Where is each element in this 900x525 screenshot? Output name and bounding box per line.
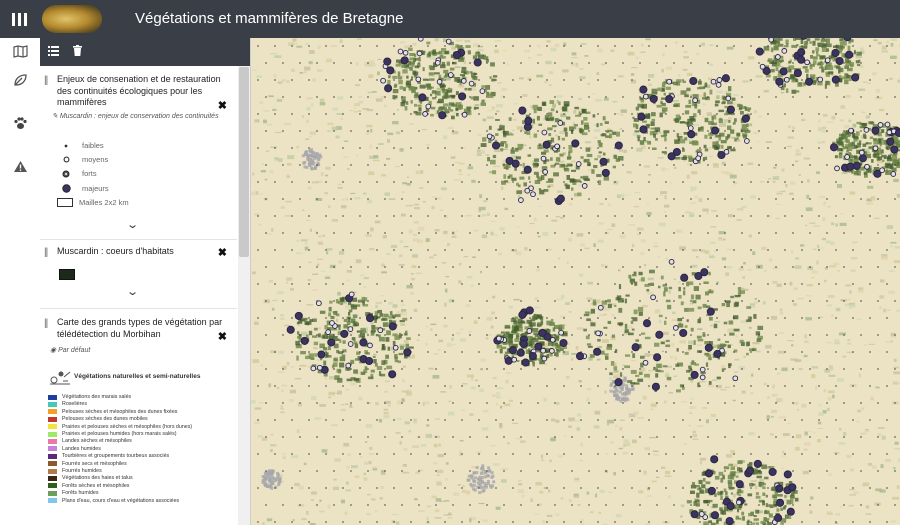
layer-subtitle: ✎ Muscardin : enjeux de conservation des… [52, 113, 219, 120]
logo [42, 5, 102, 33]
vegetation-class-label: Prairies et pelouses sèches et mésophile… [62, 423, 193, 430]
warning-icon[interactable] [11, 157, 29, 175]
vegetation-class-label: Pelouses sèches des dunes mobiles [62, 416, 148, 423]
vegetation-class-swatch [48, 490, 57, 496]
list-icon[interactable] [48, 45, 59, 59]
vegetation-class-label: Tourbières et groupements tourbeux assoc… [62, 453, 170, 460]
vegetation-class-item: Pelouses sèches et mésophiles des dunes … [48, 409, 177, 415]
close-icon[interactable]: ✖ [218, 330, 227, 343]
vegetation-class-label: Plans d'eau, cours d'eau et végétations … [62, 497, 180, 504]
vegetation-class-swatch [48, 431, 57, 437]
legend-item: forts [60, 169, 97, 178]
vegetation-class-label: Roselières [62, 401, 88, 408]
legend-item: majeurs [60, 184, 109, 193]
layer-subtitle: ◉ Par défaut [50, 347, 91, 354]
layer-title: Enjeux de consenation et de restauration… [57, 74, 221, 107]
vegetation-class-swatch [48, 461, 57, 467]
panel-scrollbar-thumb[interactable] [239, 67, 249, 257]
vegetation-class-item: Pelouses sèches des dunes mobiles [48, 416, 148, 422]
vegetation-class-item: Végétations des marais salés [48, 394, 131, 400]
paw-icon[interactable] [11, 114, 29, 132]
vegetation-class-label: Forêts sèches et mésophiles [62, 482, 130, 489]
vegetation-class-item: Roselières [48, 401, 87, 407]
vegetation-class-label: Fourrés secs et mésophiles [62, 460, 127, 467]
legend-item: Mailles 2x2 km [57, 198, 129, 207]
pin-icon: ◉ [50, 347, 59, 354]
vegetation-class-item: Prairies et pelouses sèches et mésophile… [48, 424, 192, 430]
trash-icon[interactable] [73, 45, 82, 59]
vegetation-group-icon [49, 369, 71, 390]
vegetation-class-swatch [48, 498, 57, 504]
vegetation-class-swatch [48, 468, 57, 474]
vegetation-class-swatch [48, 394, 57, 400]
vegetation-group-title: Végétations naturelles et semi-naturelle… [74, 373, 201, 380]
layer-item-coeurs: || Muscardin : coeurs d'habitats ✖ ⌄ [40, 240, 237, 309]
vegetation-class-label: Landes sèches et mésophiles [62, 438, 132, 445]
legend-item: faibles [60, 141, 104, 150]
chevron-down-icon[interactable]: ⌄ [126, 285, 139, 298]
vegetation-class-item: Landes humides [48, 446, 101, 452]
vegetation-class-item: Fourrés secs et mésophiles [48, 461, 127, 467]
drag-handle-icon[interactable]: || [44, 75, 48, 86]
vegetation-class-label: Landes humides [62, 445, 101, 452]
vegetation-class-swatch [48, 409, 57, 415]
legend-item: moyens [60, 155, 108, 164]
menu-icon [11, 12, 27, 26]
map-canvas[interactable] [250, 38, 900, 525]
vegetation-class-item: Prairies et pelouses humides (hors marai… [48, 431, 177, 437]
chevron-down-icon[interactable]: ⌄ [126, 218, 139, 231]
app-title: Végétations et mammifères de Bretagne [135, 10, 404, 27]
vegetation-class-item: Landes sèches et mésophiles [48, 438, 132, 444]
vegetation-class-label: Fourrés humides [62, 468, 102, 474]
drag-handle-icon[interactable]: || [44, 318, 48, 329]
close-icon[interactable]: ✖ [218, 99, 227, 112]
layer-panel: || Enjeux de consenation et de restaurat… [40, 38, 251, 525]
layer-item-vegetation: || Carte des grands types de végétation … [40, 309, 237, 525]
vegetation-class-item: Végétations des haies et talus [48, 475, 133, 481]
vegetation-class-swatch [48, 446, 57, 452]
vegetation-class-swatch [48, 453, 57, 459]
vegetation-class-swatch [48, 424, 57, 430]
vegetation-class-swatch [48, 475, 57, 481]
vegetation-class-item: Forêts sèches et mésophiles [48, 483, 129, 489]
vegetation-class-label: Végétations des marais salés [62, 394, 132, 400]
vegetation-class-label: Forêts humides [62, 490, 99, 497]
leaf-icon[interactable] [11, 71, 29, 89]
vegetation-class-label: Pelouses sèches et mésophiles des dunes … [62, 408, 178, 415]
vegetation-class-label: Prairies et pelouses humides (hors marai… [62, 431, 177, 437]
close-icon[interactable]: ✖ [218, 246, 227, 259]
vegetation-class-item: Fourrés humides [48, 468, 102, 474]
vegetation-class-swatch [48, 438, 57, 444]
layer-item-enjeux: || Enjeux de consenation et de restaurat… [40, 66, 237, 240]
layer-title: Carte des grands types de végétation par… [57, 317, 223, 339]
vegetation-class-swatch [48, 483, 57, 489]
layer-title: Muscardin : coeurs d'habitats [57, 246, 174, 256]
vegetation-class-swatch [48, 416, 57, 422]
menu-button[interactable] [0, 0, 38, 38]
drag-handle-icon[interactable]: || [44, 247, 48, 258]
vegetation-class-item: Forêts humides [48, 490, 99, 496]
vegetation-class-label: Végétations des haies et talus [62, 475, 133, 482]
vegetation-class-item: Tourbières et groupements tourbeux assoc… [48, 453, 169, 459]
vegetation-class-swatch [48, 401, 57, 407]
pencil-icon: ✎ [52, 113, 60, 120]
vegetation-class-item: Plans d'eau, cours d'eau et végétations … [48, 498, 179, 504]
map-view[interactable] [250, 38, 900, 525]
top-bar: Végétations et mammifères de Bretagne [0, 0, 900, 38]
layer-swatch [59, 269, 75, 280]
map-icon[interactable] [11, 42, 29, 60]
panel-toolbar [40, 38, 250, 66]
left-toolbar [0, 38, 41, 525]
